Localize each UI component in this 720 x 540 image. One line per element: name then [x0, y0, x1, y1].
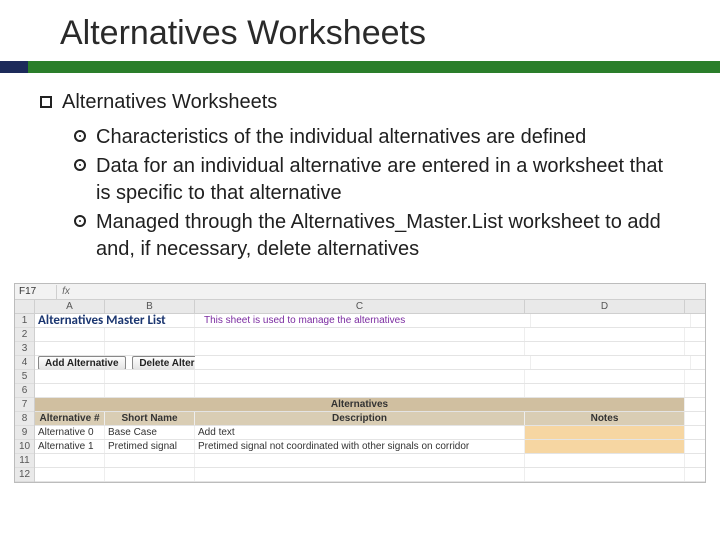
col-label-description: Description [195, 412, 525, 425]
band-title: Alternatives [35, 398, 685, 411]
row-header[interactable]: 8 [15, 412, 34, 426]
accent-bar-green [28, 61, 720, 73]
instruction-cell: This sheet is used to manage the alterna… [201, 314, 531, 327]
cell-shortname[interactable]: Base Case [105, 426, 195, 439]
column-headers: A B C D [15, 300, 705, 314]
square-bullet-icon [40, 96, 52, 108]
row-header[interactable]: 4 [15, 356, 34, 370]
bullet-lvl2: Data for an individual alternative are e… [74, 153, 680, 207]
cell-description[interactable]: Add text [195, 426, 525, 439]
row-header[interactable]: 2 [15, 328, 34, 342]
cell-altnum[interactable]: Alternative 1 [35, 440, 105, 453]
row-header[interactable]: 1 [15, 314, 34, 328]
col-header[interactable]: C [195, 300, 525, 313]
row-header[interactable]: 10 [15, 440, 34, 454]
spreadsheet: F17 fx A B C D 1 2 3 4 5 6 7 8 9 10 11 1… [14, 283, 706, 483]
fx-icon[interactable]: fx [57, 286, 75, 297]
col-header[interactable]: B [105, 300, 195, 313]
accent-bar [0, 61, 720, 73]
delete-alternative-button[interactable]: Delete Alternative [132, 356, 195, 369]
row-header[interactable]: 7 [15, 398, 34, 412]
bullet-lvl2: Managed through the Alternatives_Master.… [74, 209, 680, 263]
bullet-text: Characteristics of the individual altern… [96, 124, 586, 151]
row-header[interactable]: 3 [15, 342, 34, 356]
cell-notes[interactable] [525, 440, 685, 453]
target-bullet-icon [74, 159, 86, 171]
bullet-lvl2: Characteristics of the individual altern… [74, 124, 680, 151]
accent-bar-navy [0, 61, 28, 73]
row-header[interactable]: 9 [15, 426, 34, 440]
cell-altnum[interactable]: Alternative 0 [35, 426, 105, 439]
row-header[interactable]: 12 [15, 468, 34, 482]
bullet-text: Managed through the Alternatives_Master.… [96, 209, 680, 263]
cells-area[interactable]: Alternatives Master List This sheet is u… [35, 314, 705, 482]
sheet-title-cell: Alternatives Master List [35, 314, 195, 327]
cell-notes[interactable] [525, 426, 685, 439]
empty-cell [531, 314, 691, 327]
row-header[interactable]: 11 [15, 454, 34, 468]
slide-content: Alternatives Worksheets Characteristics … [0, 73, 720, 275]
col-label-altnum: Alternative # [35, 412, 105, 425]
row-header[interactable]: 5 [15, 370, 34, 384]
table-row: Alternative 0 Base Case Add text [35, 426, 705, 440]
col-header[interactable]: D [525, 300, 685, 313]
formula-bar: F17 fx [15, 284, 705, 300]
table-row: Alternative 1 Pretimed signal Pretimed s… [35, 440, 705, 454]
slide-title: Alternatives Worksheets [0, 0, 720, 61]
row-headers: 1 2 3 4 5 6 7 8 9 10 11 12 [15, 314, 35, 482]
heading-text: Alternatives Worksheets [62, 89, 277, 116]
select-all-corner[interactable] [15, 300, 35, 313]
col-label-notes: Notes [525, 412, 685, 425]
col-header[interactable]: A [35, 300, 105, 313]
target-bullet-icon [74, 130, 86, 142]
bullet-text: Data for an individual alternative are e… [96, 153, 680, 207]
name-box[interactable]: F17 [15, 285, 57, 299]
cell-description[interactable]: Pretimed signal not coordinated with oth… [195, 440, 525, 453]
target-bullet-icon [74, 215, 86, 227]
add-alternative-button[interactable]: Add Alternative [38, 356, 126, 369]
bullet-lvl1: Alternatives Worksheets [40, 89, 680, 116]
row-header[interactable]: 6 [15, 384, 34, 398]
cell-shortname[interactable]: Pretimed signal [105, 440, 195, 453]
col-label-shortname: Short Name [105, 412, 195, 425]
